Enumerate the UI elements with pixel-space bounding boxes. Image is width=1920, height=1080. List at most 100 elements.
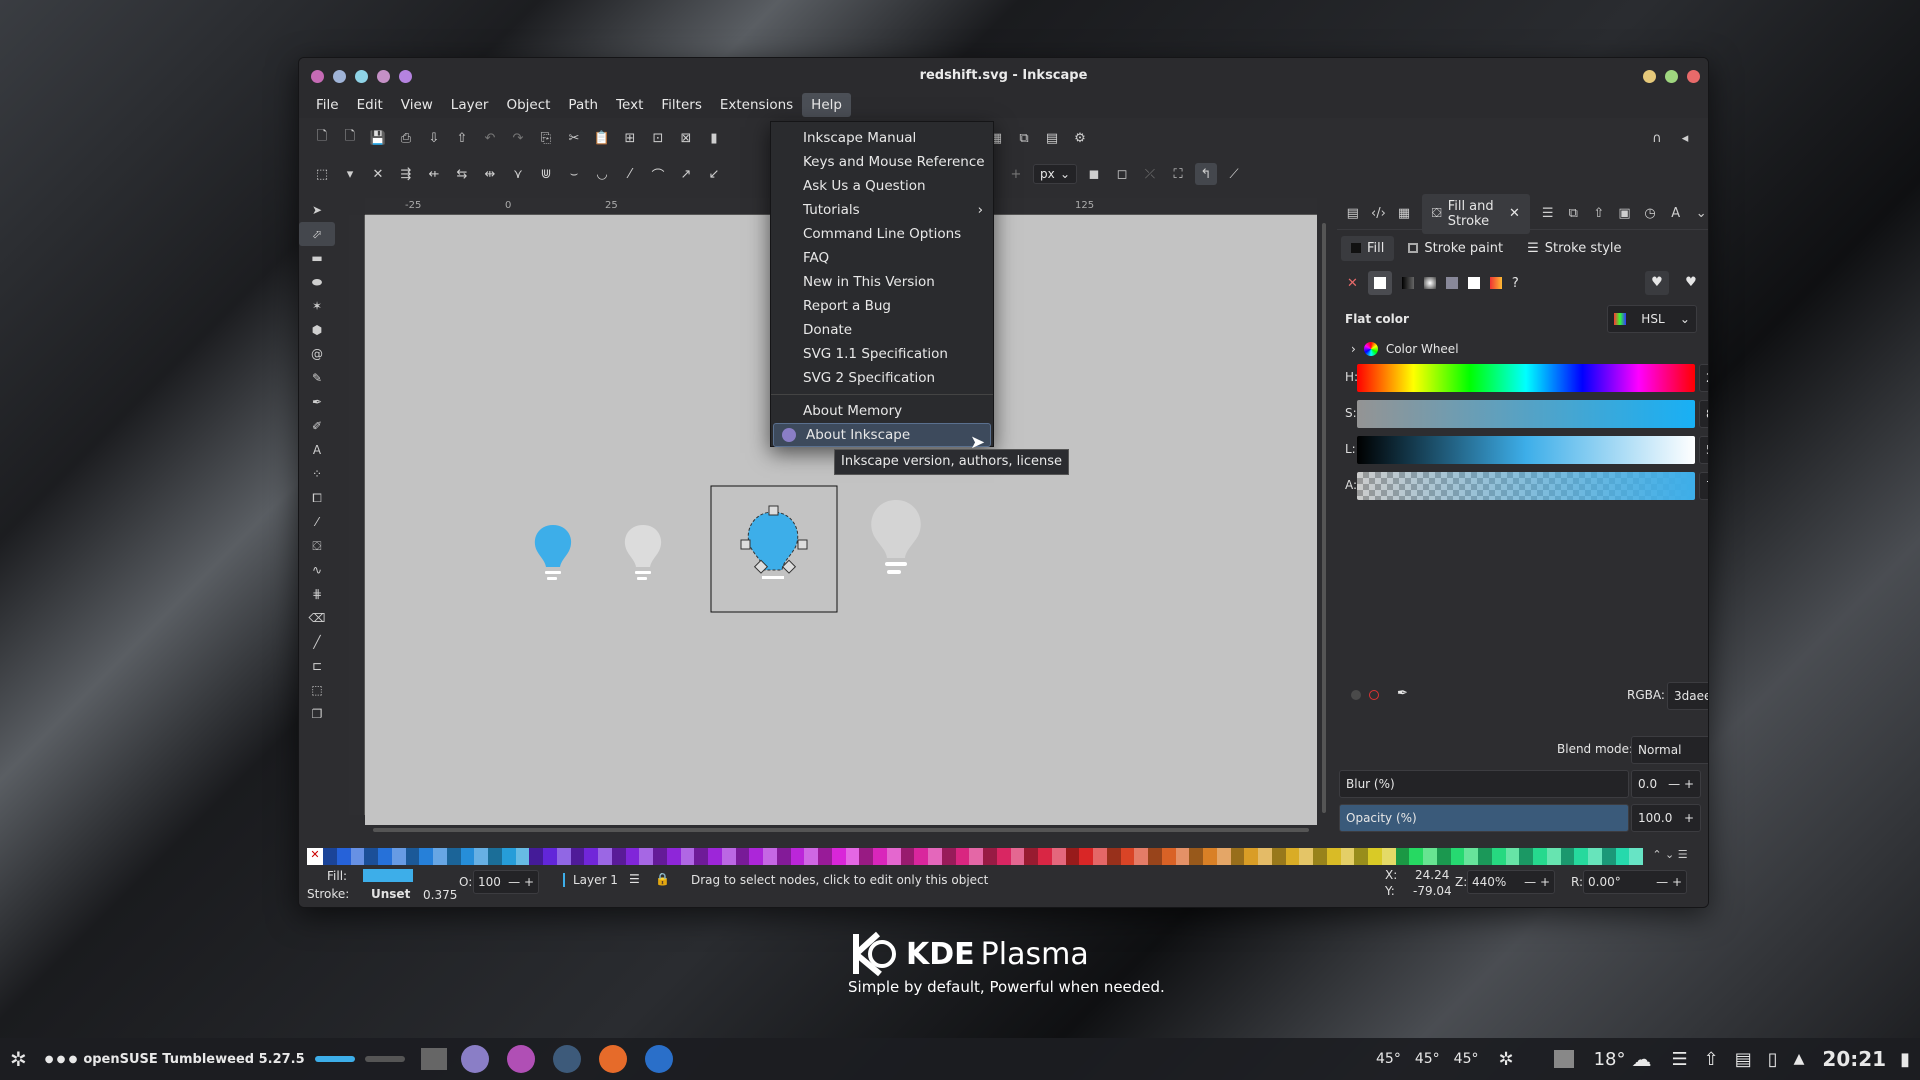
menu-help[interactable]: Help (802, 93, 851, 117)
menu-edit[interactable]: Edit (348, 93, 392, 117)
palette-swatch[interactable] (845, 848, 860, 865)
dropdown-icon[interactable]: ▾ (339, 163, 361, 185)
palette-swatch[interactable] (1024, 848, 1038, 865)
palette-swatch[interactable] (1258, 848, 1272, 865)
palette-swatch[interactable] (1615, 848, 1630, 865)
palette-swatch[interactable] (1395, 848, 1410, 865)
opacity-slider[interactable]: Opacity (%) (1339, 804, 1629, 832)
cusp-node-icon[interactable]: ⋎ (507, 163, 529, 185)
palette-swatch[interactable] (735, 848, 750, 865)
inkscape-task-icon[interactable] (460, 1045, 489, 1073)
mixer-icon[interactable]: ☰ (1671, 1049, 1687, 1070)
close-button[interactable] (1687, 70, 1700, 83)
hue-slider[interactable] (1357, 364, 1695, 392)
preferences-icon[interactable]: ⚙ (1069, 127, 1091, 149)
palette-swatch[interactable] (708, 848, 722, 865)
dolphin-icon[interactable] (644, 1045, 673, 1073)
palette-swatch[interactable] (1436, 848, 1451, 865)
palette-swatch[interactable] (639, 848, 653, 865)
palette-swatch[interactable] (543, 848, 557, 865)
palette-swatch[interactable] (1313, 848, 1327, 865)
window-menu-dot[interactable] (333, 70, 346, 83)
join-segment-icon[interactable]: ⇆ (451, 163, 473, 185)
palette-swatch[interactable] (1134, 848, 1148, 865)
spin-buttons[interactable]: — + (1656, 875, 1682, 889)
ellipse-tool-icon[interactable]: ⬬ (299, 270, 335, 294)
opacity-status-spin[interactable]: 100 — + (473, 870, 539, 894)
add-node-icon[interactable]: ⬚ (311, 163, 333, 185)
tab-fill-and-stroke[interactable]: ⛋ Fill and Stroke ✕ (1421, 193, 1530, 234)
palette-swatch[interactable] (391, 848, 406, 865)
selector-tool-icon[interactable]: ➤ (299, 198, 335, 222)
flat-color-button[interactable] (1367, 271, 1392, 295)
swatch-icon[interactable] (1489, 277, 1502, 289)
menu-item-new-in-version[interactable]: New in This Version (771, 270, 993, 294)
palette-swatch[interactable] (501, 848, 516, 865)
palette-swatch[interactable] (914, 848, 928, 865)
delete-icon[interactable]: ▮ (703, 127, 725, 149)
to-curve-icon[interactable]: ⌒ (647, 163, 669, 185)
dock-image-icon[interactable]: ▣ (1617, 203, 1633, 225)
dock-history-icon[interactable]: ◷ (1642, 203, 1658, 225)
dock-export-icon[interactable]: ⇧ (1591, 203, 1607, 225)
palette-swatch[interactable] (1478, 848, 1492, 865)
dock-xml-icon[interactable]: ‹/› (1371, 203, 1387, 225)
palette-swatch[interactable] (1588, 848, 1602, 865)
maximize-button[interactable] (1665, 70, 1678, 83)
snap-toggle-icon[interactable]: ∩ (1646, 127, 1668, 149)
palette-swatch[interactable] (584, 848, 598, 865)
menu-item-about-inkscape[interactable]: About Inkscape (773, 423, 991, 447)
minimize-button[interactable] (1643, 70, 1656, 83)
palette-swatch[interactable] (336, 848, 351, 865)
palette-swatch[interactable] (1601, 848, 1616, 865)
fill-rule-evenodd-icon[interactable]: ♥ (1645, 271, 1669, 295)
palette-swatch[interactable] (556, 848, 571, 865)
desktop-preview-icon[interactable] (420, 1048, 447, 1070)
rgba-input[interactable]: 3daee9bf (1667, 682, 1708, 710)
zoom-drawing-icon[interactable]: ⊡ (647, 127, 669, 149)
unset-paint-icon[interactable]: ? (1512, 276, 1519, 291)
fill-rule-nonzero-icon[interactable]: ♥ (1679, 271, 1703, 295)
palette-swatch[interactable] (1505, 848, 1520, 865)
rectangle-tool-icon[interactable]: ▬ (299, 246, 335, 270)
blur-spin[interactable]: 0.0 — + (1631, 770, 1701, 798)
palette-swatch[interactable] (1574, 848, 1588, 865)
auto-smooth-icon[interactable]: ◡ (591, 163, 613, 185)
delete-segment-icon[interactable]: ⇹ (479, 163, 501, 185)
shape-builder-icon[interactable]: ⧠ (299, 486, 335, 510)
subtab-stroke-style[interactable]: ☰ Stroke style (1517, 236, 1631, 261)
pages-tool-icon[interactable]: ❐ (299, 702, 335, 726)
palette-swatch[interactable] (1340, 848, 1355, 865)
palette-swatch[interactable] (776, 848, 791, 865)
palette-swatch[interactable] (1354, 848, 1368, 865)
palette-swatch[interactable] (1093, 848, 1107, 865)
palette-swatch[interactable] (680, 848, 695, 865)
mesh-gradient-icon[interactable] (1445, 277, 1458, 289)
weather-temp[interactable]: 18° (1594, 1049, 1626, 1070)
dock-document-icon[interactable]: ▦ (1396, 203, 1412, 225)
zoom-page-icon[interactable]: ⊠ (675, 127, 697, 149)
radial-gradient-icon[interactable] (1423, 277, 1436, 289)
stroke-width[interactable]: 0.375 (423, 888, 457, 902)
palette-swatch[interactable] (1161, 848, 1176, 865)
palette-swatch[interactable] (1230, 848, 1245, 865)
redo-icon[interactable]: ↷ (507, 127, 529, 149)
save-icon[interactable]: 💾 (367, 127, 389, 149)
keep-above-dot[interactable] (399, 70, 412, 83)
spray-tool-icon[interactable]: ⁘ (299, 462, 335, 486)
palette-swatch[interactable] (1175, 848, 1190, 865)
copy-icon[interactable]: ⎘ (535, 127, 557, 149)
blend-select[interactable]: Normal⌄ (1631, 736, 1708, 764)
no-color-swatch[interactable]: ✕ (307, 848, 323, 865)
palette-swatch[interactable] (1189, 848, 1203, 865)
spin-buttons[interactable]: — + (1524, 875, 1550, 889)
menu-item-about-memory[interactable]: About Memory (771, 399, 993, 423)
hue-spin[interactable]: 201— + (1699, 364, 1708, 392)
palette-swatch[interactable] (515, 848, 530, 865)
palette-controls-icon[interactable]: ⌃ ⌄ ☰ (1643, 848, 1697, 865)
measure-tool-icon[interactable]: ⊏ (299, 654, 335, 678)
eyedropper-icon[interactable]: ✒ (1397, 686, 1408, 701)
menu-extensions[interactable]: Extensions (711, 93, 802, 117)
palette-swatch[interactable] (886, 848, 901, 865)
dock-layers-icon[interactable]: ☰ (1540, 203, 1556, 225)
